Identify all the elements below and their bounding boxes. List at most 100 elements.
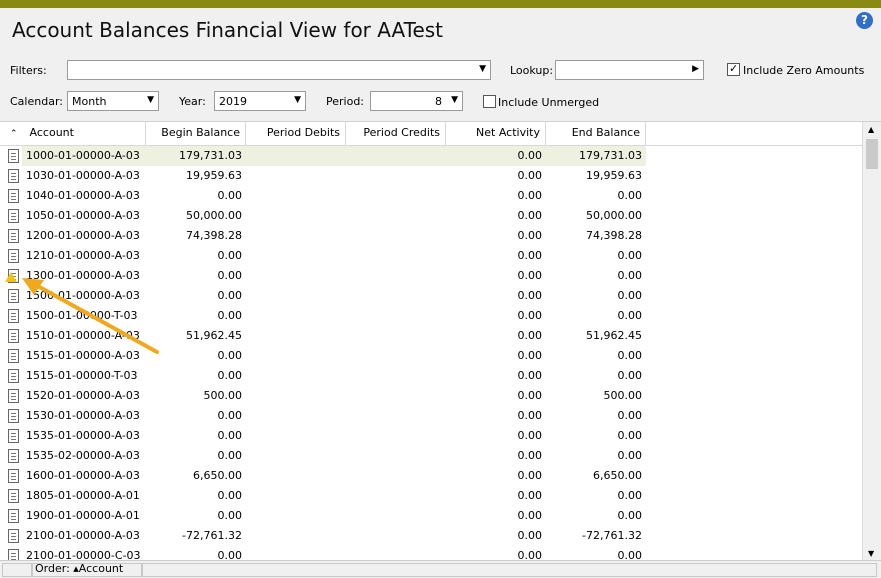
table-row[interactable]: 1520-01-00000-A-03 500.00 0.00 500.00 xyxy=(0,386,862,406)
cell-end: 0.00 xyxy=(617,369,643,382)
cell-begin: 500.00 xyxy=(203,389,243,402)
column-header-begin-balance[interactable]: Begin Balance xyxy=(146,122,246,146)
cell-credits xyxy=(346,466,446,486)
cell-begin: 50,000.00 xyxy=(186,209,242,222)
table-row[interactable]: 1535-01-00000-A-03 0.00 0.00 0.00 xyxy=(0,426,862,446)
title-accent-bar xyxy=(0,0,881,8)
cell-credits xyxy=(346,446,446,466)
app-window: ? Account Balances Financial View for AA… xyxy=(0,0,881,578)
cell-begin: 0.00 xyxy=(217,429,243,442)
document-icon xyxy=(8,549,19,560)
column-header-net-activity[interactable]: Net Activity xyxy=(446,122,546,146)
cell-credits xyxy=(346,206,446,226)
cell-end: 0.00 xyxy=(617,449,643,462)
help-icon[interactable]: ? xyxy=(856,12,873,29)
column-header-period-credits[interactable]: Period Credits xyxy=(346,122,446,146)
cell-credits xyxy=(346,406,446,426)
table-row[interactable]: 1300-01-00000-A-03 0.00 0.00 0.00 xyxy=(0,266,862,286)
status-bar: Order: ▴Account xyxy=(0,560,881,578)
include-unmerged-checkbox[interactable] xyxy=(483,95,496,108)
vertical-scrollbar[interactable]: ▲ ▼ xyxy=(862,122,881,560)
cell-account: 1500-01-00000-T-03 xyxy=(26,309,138,322)
cell-debits xyxy=(246,306,346,326)
cell-end: 0.00 xyxy=(617,269,643,282)
cell-credits xyxy=(346,386,446,406)
table-row[interactable]: 1510-01-00000-A-03 51,962.45 0.00 51,962.45 xyxy=(0,326,862,346)
cell-end: 0.00 xyxy=(617,409,643,422)
table-row[interactable]: 1500-01-00000-T-03 0.00 0.00 0.00 xyxy=(0,306,862,326)
cell-credits xyxy=(346,366,446,386)
table-row[interactable]: 2100-01-00000-A-03 -72,761.32 0.00 -72,761.… xyxy=(0,526,862,546)
cell-account: 2100-01-00000-A-03 xyxy=(26,529,140,542)
table-row[interactable]: 1600-01-00000-A-03 6,650.00 0.00 6,650.00 xyxy=(0,466,862,486)
table-row[interactable]: 1040-01-00000-A-03 0.00 0.00 0.00 xyxy=(0,186,862,206)
cell-credits xyxy=(346,286,446,306)
table-row[interactable]: 1050-01-00000-A-03 50,000.00 0.00 50,000.00 xyxy=(0,206,862,226)
period-label: Period: xyxy=(326,95,365,108)
year-select[interactable]: 2019 ▼ xyxy=(214,91,306,111)
cell-net: 0.00 xyxy=(446,146,546,166)
column-header-end-balance[interactable]: End Balance xyxy=(546,122,646,146)
cell-debits xyxy=(246,546,346,560)
cell-debits xyxy=(246,146,346,166)
cell-net: 0.00 xyxy=(517,509,543,522)
sort-ascending-icon: ⌃ xyxy=(10,129,18,139)
cell-account: 1805-01-00000-A-01 xyxy=(26,489,140,502)
cell-account: 1515-01-00000-A-03 xyxy=(26,349,140,362)
cell-credits xyxy=(346,526,446,546)
cell-credits xyxy=(346,146,446,166)
scrollbar-thumb[interactable] xyxy=(866,139,878,169)
column-header-period-debits[interactable]: Period Debits xyxy=(246,122,346,146)
cell-debits xyxy=(246,466,346,486)
table-row[interactable]: 1210-01-00000-A-03 0.00 0.00 0.00 xyxy=(0,246,862,266)
document-icon xyxy=(8,429,19,443)
table-row[interactable]: 1805-01-00000-A-01 0.00 0.00 0.00 xyxy=(0,486,862,506)
period-select[interactable]: 8 ▼ xyxy=(370,91,463,111)
cell-end: 0.00 xyxy=(617,289,643,302)
chevron-down-icon: ▼ xyxy=(451,95,458,105)
cell-net: 0.00 xyxy=(517,289,543,302)
table-row[interactable]: 1515-01-00000-T-03 0.00 0.00 0.00 xyxy=(0,366,862,386)
table-row[interactable]: 1500-01-00000-A-03 0.00 0.00 0.00 xyxy=(0,286,862,306)
calendar-select[interactable]: Month ▼ xyxy=(67,91,159,111)
table-row[interactable]: 1900-01-00000-A-01 0.00 0.00 0.00 xyxy=(0,506,862,526)
cell-debits xyxy=(246,206,346,226)
cell-net: 0.00 xyxy=(517,349,543,362)
cell-net: 0.00 xyxy=(517,489,543,502)
table-row[interactable]: 1530-01-00000-A-03 0.00 0.00 0.00 xyxy=(0,406,862,426)
cell-begin: 0.00 xyxy=(217,269,243,282)
include-zero-checkbox[interactable]: ✓ xyxy=(727,62,740,76)
cell-begin: 0.00 xyxy=(217,489,243,502)
filters-label: Filters: xyxy=(10,64,47,77)
cell-end: 51,962.45 xyxy=(586,329,642,342)
period-value: 8 xyxy=(435,95,442,108)
table-row[interactable]: 1515-01-00000-A-03 0.00 0.00 0.00 xyxy=(0,346,862,366)
document-icon xyxy=(8,289,19,303)
column-header-account[interactable]: ⌃ Account xyxy=(0,122,146,146)
table-row[interactable]: 1000-01-00000-A-03 179,731.03 0.00 179,731.… xyxy=(0,146,862,166)
table-row[interactable]: 2100-01-00000-C-03 0.00 0.00 0.00 xyxy=(0,546,862,560)
lookup-input[interactable]: ▶ xyxy=(555,60,704,80)
cell-begin: 0.00 xyxy=(217,549,243,560)
cell-begin: 0.00 xyxy=(217,189,243,202)
cell-debits xyxy=(246,526,346,546)
cell-account: 1900-01-00000-A-01 xyxy=(26,509,140,522)
table-row[interactable]: 1030-01-00000-A-03 19,959.63 0.00 19,959.63 xyxy=(0,166,862,186)
lookup-label: Lookup: xyxy=(510,64,554,77)
filters-input[interactable]: ▼ xyxy=(67,60,491,80)
table-row[interactable]: 1535-02-00000-A-03 0.00 0.00 0.00 xyxy=(0,446,862,466)
cell-begin: 0.00 xyxy=(217,409,243,422)
cell-begin: 0.00 xyxy=(217,369,243,382)
cell-account: 1000-01-00000-A-03 xyxy=(22,146,146,166)
cell-end: 0.00 xyxy=(617,189,643,202)
cell-net: 0.00 xyxy=(517,389,543,402)
cell-debits xyxy=(246,486,346,506)
cell-end: 0.00 xyxy=(617,549,643,560)
scroll-up-icon[interactable]: ▲ xyxy=(868,125,874,134)
cell-credits xyxy=(346,506,446,526)
document-icon xyxy=(8,229,19,243)
cell-account: 1510-01-00000-A-03 xyxy=(26,329,140,342)
scroll-down-icon[interactable]: ▼ xyxy=(868,549,874,558)
table-row[interactable]: 1200-01-00000-A-03 74,398.28 0.00 74,398.28 xyxy=(0,226,862,246)
calendar-label: Calendar: xyxy=(10,95,63,108)
